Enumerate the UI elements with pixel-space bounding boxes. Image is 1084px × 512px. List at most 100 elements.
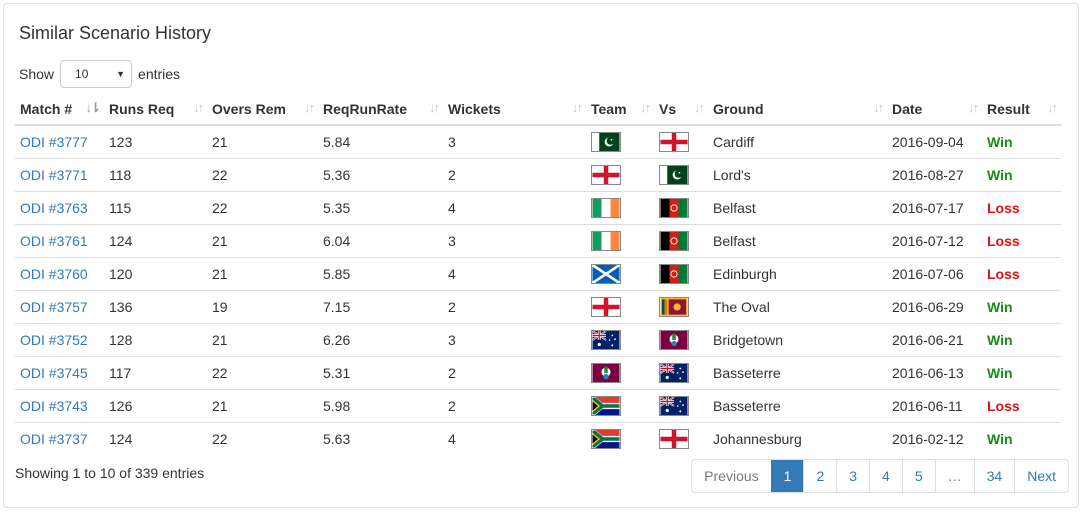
cell-match: ODI #3760 bbox=[15, 257, 104, 291]
column-header-label: Ground bbox=[713, 100, 764, 117]
cell-value: 5.63 bbox=[323, 431, 351, 447]
cell-value: 21 bbox=[212, 233, 228, 249]
cell-value: 115 bbox=[109, 200, 132, 216]
cell-value: The Oval bbox=[713, 299, 770, 315]
cell-date: 2016-07-06 bbox=[887, 257, 982, 291]
result-badge: Loss bbox=[987, 266, 1020, 282]
australia-flag-icon bbox=[659, 363, 689, 383]
page-button-3[interactable]: 3 bbox=[836, 460, 869, 492]
entries-select[interactable]: 10 ▼ bbox=[60, 60, 133, 88]
cell-value: 123 bbox=[109, 134, 133, 150]
page-button-1[interactable]: 1 bbox=[770, 460, 804, 492]
length-control: Show 10 ▼ entries bbox=[19, 60, 180, 88]
cell-vs bbox=[654, 323, 708, 357]
england-flag-icon bbox=[659, 429, 689, 449]
previous-button[interactable]: Previous bbox=[692, 460, 770, 492]
cell-date: 2016-08-27 bbox=[887, 158, 982, 192]
cell-result: Loss bbox=[982, 257, 1061, 291]
cell-result: Win bbox=[982, 158, 1061, 192]
cell-team bbox=[586, 290, 654, 324]
page-ellipsis: … bbox=[934, 460, 974, 492]
cell-overs: 21 bbox=[207, 389, 318, 423]
match-link[interactable]: ODI #3745 bbox=[20, 365, 88, 381]
cell-value: 22 bbox=[212, 365, 228, 381]
cell-value: Belfast bbox=[713, 233, 756, 249]
cell-date: 2016-06-11 bbox=[887, 389, 982, 423]
cell-rrr: 5.63 bbox=[318, 422, 443, 455]
column-header-label: Overs Rem bbox=[212, 100, 286, 117]
next-button[interactable]: Next bbox=[1014, 460, 1068, 492]
table-row: ODI #3761 124 21 6.04 3 Belfast 2016-07-12 Loss bbox=[15, 224, 1061, 258]
cell-value: 3 bbox=[448, 134, 456, 150]
cell-runs: 124 bbox=[104, 422, 207, 455]
cell-overs: 21 bbox=[207, 323, 318, 357]
history-table: Match # ↓⇂ Runs Req ↓↑ Overs Rem ↓↑ ReqRunRate… bbox=[15, 93, 1061, 455]
match-link[interactable]: ODI #3737 bbox=[20, 431, 88, 447]
match-link[interactable]: ODI #3771 bbox=[20, 167, 88, 183]
cell-overs: 21 bbox=[207, 224, 318, 258]
cell-rrr: 5.31 bbox=[318, 356, 443, 390]
column-header-reqrunrate[interactable]: ReqRunRate ↓↑ bbox=[318, 93, 443, 126]
sort-icon: ↓↑ bbox=[429, 100, 440, 115]
west-indies-flag-icon bbox=[659, 330, 689, 350]
column-header-result[interactable]: Result ↓↑ bbox=[982, 93, 1061, 126]
match-link[interactable]: ODI #3760 bbox=[20, 266, 88, 282]
cell-match: ODI #3777 bbox=[15, 124, 104, 159]
cell-value: Cardiff bbox=[713, 134, 754, 150]
table-row: ODI #3757 136 19 7.15 2 The Oval 2016-06-29 Win bbox=[15, 290, 1061, 324]
column-header-team[interactable]: Team ↓↑ bbox=[586, 93, 654, 126]
cell-result: Win bbox=[982, 422, 1061, 455]
table-row: ODI #3745 117 22 5.31 2 Basseterre 2016-06-13 W… bbox=[15, 356, 1061, 390]
sort-icon: ↓↑ bbox=[572, 100, 583, 115]
match-link[interactable]: ODI #3752 bbox=[20, 332, 88, 348]
column-header-date[interactable]: Date ↓↑ bbox=[887, 93, 982, 126]
cell-value: 2016-02-12 bbox=[892, 431, 964, 447]
page-button-4[interactable]: 4 bbox=[869, 460, 902, 492]
cell-value: 126 bbox=[109, 398, 133, 414]
page-button-2[interactable]: 2 bbox=[803, 460, 836, 492]
cell-value: 2016-06-11 bbox=[892, 398, 963, 414]
table-body: ODI #3777 123 21 5.84 3 Cardiff 2016-09-04 Win O… bbox=[15, 124, 1061, 455]
cell-value: Lord's bbox=[713, 167, 751, 183]
cell-ground: Edinburgh bbox=[708, 257, 887, 291]
match-link[interactable]: ODI #3763 bbox=[20, 200, 88, 216]
ireland-flag-icon bbox=[591, 198, 621, 218]
cell-rrr: 6.04 bbox=[318, 224, 443, 258]
cell-vs bbox=[654, 257, 708, 291]
column-header-label: Wickets bbox=[448, 100, 501, 117]
column-header-match[interactable]: Match # ↓⇂ bbox=[15, 93, 104, 126]
cell-match: ODI #3757 bbox=[15, 290, 104, 324]
cell-team bbox=[586, 158, 654, 192]
sort-icon: ↓↑ bbox=[694, 100, 705, 115]
match-link[interactable]: ODI #3777 bbox=[20, 134, 88, 150]
england-flag-icon bbox=[591, 165, 621, 185]
column-header-ground[interactable]: Ground ↓↑ bbox=[708, 93, 887, 126]
column-header-runs-req[interactable]: Runs Req ↓↑ bbox=[104, 93, 207, 126]
column-header-label: Vs bbox=[659, 100, 677, 117]
cell-vs bbox=[654, 290, 708, 324]
cell-wkts: 2 bbox=[443, 158, 586, 192]
cell-match: ODI #3752 bbox=[15, 323, 104, 357]
page-button-34[interactable]: 34 bbox=[973, 460, 1015, 492]
column-header-overs-rem[interactable]: Overs Rem ↓↑ bbox=[207, 93, 318, 126]
cell-wkts: 2 bbox=[443, 290, 586, 324]
column-header-wickets[interactable]: Wickets ↓↑ bbox=[443, 93, 586, 126]
cell-runs: 118 bbox=[104, 158, 207, 192]
match-link[interactable]: ODI #3743 bbox=[20, 398, 88, 414]
cell-value: 124 bbox=[109, 431, 133, 447]
cell-value: 118 bbox=[109, 167, 132, 183]
cell-rrr: 5.85 bbox=[318, 257, 443, 291]
match-link[interactable]: ODI #3761 bbox=[20, 233, 88, 249]
sort-icon: ↓↑ bbox=[873, 100, 884, 115]
table-row: ODI #3743 126 21 5.98 2 Basseterre 2016-06-11 L… bbox=[15, 389, 1061, 423]
cell-value: 6.26 bbox=[323, 332, 351, 348]
match-link[interactable]: ODI #3757 bbox=[20, 299, 88, 315]
result-badge: Win bbox=[987, 134, 1013, 150]
cell-value: 4 bbox=[448, 266, 456, 282]
cell-team bbox=[586, 191, 654, 225]
australia-flag-icon bbox=[591, 330, 621, 350]
sort-icon: ↓↑ bbox=[193, 100, 204, 115]
column-header-vs[interactable]: Vs ↓↑ bbox=[654, 93, 708, 126]
cell-date: 2016-06-13 bbox=[887, 356, 982, 390]
page-button-5[interactable]: 5 bbox=[901, 460, 935, 492]
